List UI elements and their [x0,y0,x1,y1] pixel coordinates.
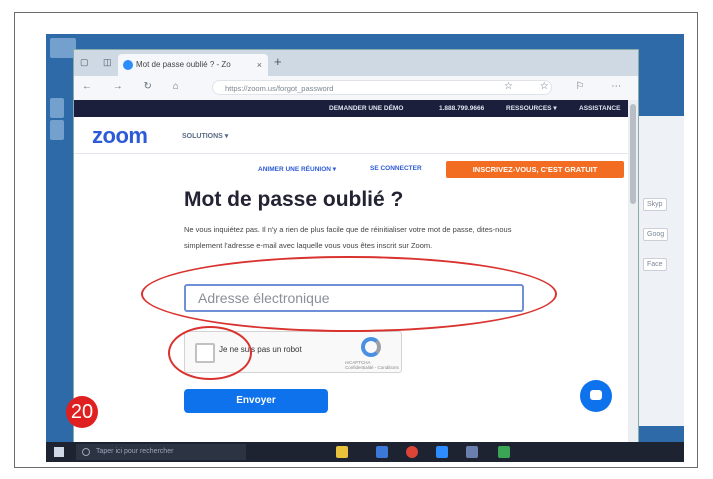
recaptcha-brand: reCAPTCHA Confidentialité - Conditions [345,360,399,370]
page-scrollbar[interactable] [628,100,638,442]
start-icon[interactable] [54,447,64,457]
phone-link[interactable]: 1.888.799.9666 [439,100,484,117]
submit-button[interactable]: Envoyer [184,389,328,413]
tab-actions[interactable]: ▢ ◫ [80,57,118,68]
taskbar-search-placeholder: Taper ici pour rechercher [96,448,174,455]
app-icon[interactable] [466,446,478,458]
search-icon [82,448,90,456]
browser-window: ▢ ◫ Mot de passe oublié ? - Zo × + ← → ↻… [74,50,638,442]
browser-toolbar-icons[interactable]: ☆ ☆ ⚐ ⋯ [504,81,633,92]
edge-icon[interactable] [376,446,388,458]
desktop-icon[interactable] [50,38,76,58]
recaptcha-logo-icon [361,337,381,357]
chrome-icon[interactable] [406,446,418,458]
new-tab-button[interactable]: + [274,54,282,69]
tab-forgot-password[interactable]: Mot de passe oublié ? - Zo × [118,54,268,76]
resources-menu[interactable]: RESSOURCES ▾ [506,100,557,117]
solutions-menu[interactable]: SOLUTIONS ▾ [182,132,228,140]
url-field[interactable]: https://zoom.us/forgot_password [212,80,552,95]
signup-button[interactable]: INSCRIVEZ-VOUS, C'EST GRATUIT [446,161,624,178]
tab-bar: ▢ ◫ Mot de passe oublié ? - Zo × + [74,50,638,76]
close-tab-icon[interactable]: × [257,54,262,76]
excel-icon[interactable] [498,446,510,458]
host-meeting-link[interactable]: ANIMER UNE RÉUNION ▾ [258,165,336,173]
sign-in-link[interactable]: SE CONNECTER [370,165,422,172]
desktop-icon[interactable] [50,120,64,140]
zoom-header: zoom SOLUTIONS ▾ [74,117,628,154]
scrollbar-thumb[interactable] [630,104,636,204]
zoom-top-nav: DEMANDER UNE DÉMO 1.888.799.9666 RESSOUR… [74,100,628,117]
email-field[interactable]: Adresse électronique [184,284,524,312]
navigation-buttons[interactable]: ← → ↻ ⌂ [82,81,188,92]
background-option[interactable]: Skyp [643,198,667,211]
desktop-screen: Skyp Goog Face ▢ ◫ Mot de passe oublié ?… [46,34,684,462]
zoom-app-icon[interactable] [436,446,448,458]
recaptcha-widget: Je ne suis pas un robot reCAPTCHA Confide… [184,331,402,373]
desktop-icon[interactable] [50,98,64,118]
page-description: Ne vous inquiétez pas. Il n'y a rien de … [184,225,512,250]
recaptcha-checkbox[interactable] [195,343,215,363]
page-title: Mot de passe oublié ? [184,188,404,211]
file-explorer-icon[interactable] [336,446,348,458]
windows-taskbar: Taper ici pour rechercher [46,442,684,462]
zoom-logo[interactable]: zoom [92,125,148,147]
support-link[interactable]: ASSISTANCE [579,100,620,117]
step-number-badge: 20 [66,396,98,428]
zoom-favicon-icon [123,60,133,70]
recaptcha-label: Je ne suis pas un robot [219,345,302,354]
address-bar: ← → ↻ ⌂ https://zoom.us/forgot_password … [74,76,638,101]
request-demo-link[interactable]: DEMANDER UNE DÉMO [329,100,403,117]
background-option[interactable]: Face [643,258,667,271]
chat-bubble-icon[interactable] [580,380,612,412]
taskbar-search[interactable]: Taper ici pour rechercher [76,444,246,460]
tab-title: Mot de passe oublié ? - Zo [136,60,231,69]
background-option[interactable]: Goog [643,228,669,241]
background-window: Skyp Goog Face [638,116,684,426]
